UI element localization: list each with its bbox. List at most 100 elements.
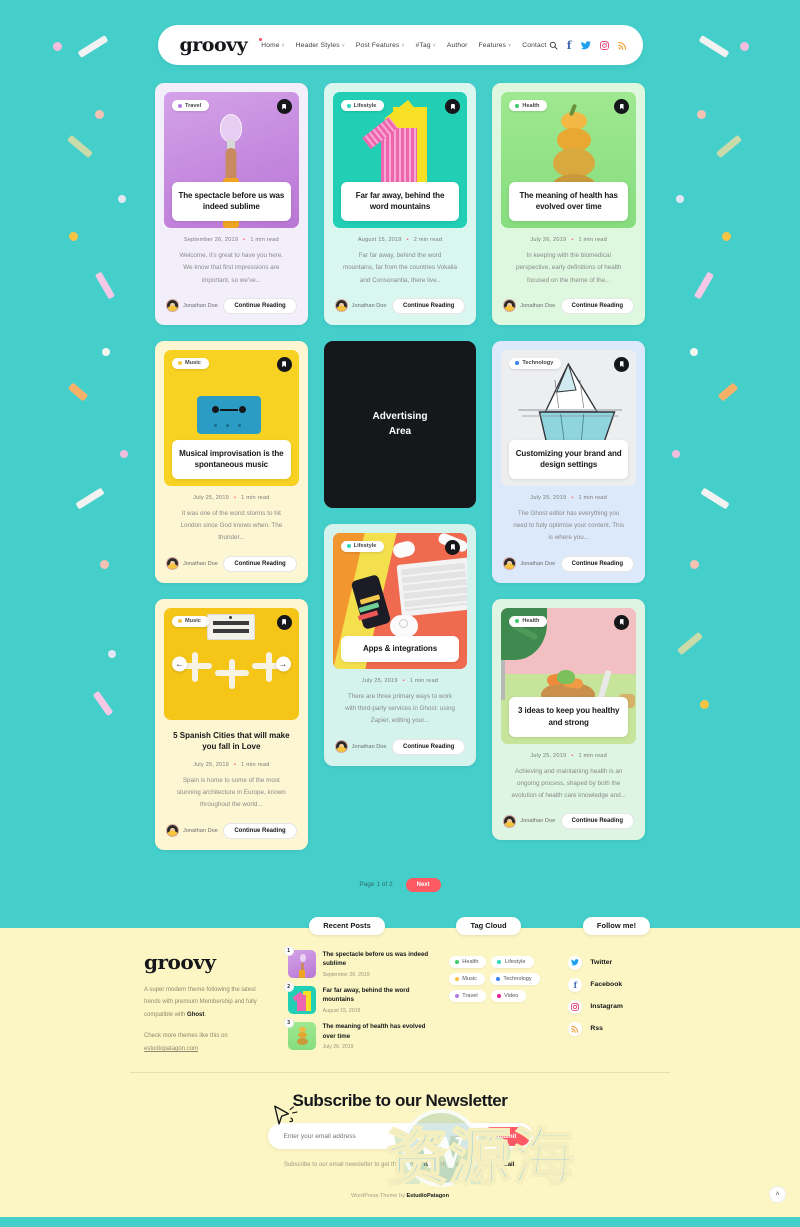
site-logo[interactable]: groovy bbox=[180, 34, 248, 56]
continue-reading-button[interactable]: Continue Reading bbox=[223, 822, 297, 839]
tag-travel[interactable]: Travel bbox=[448, 989, 486, 1002]
post-card-spanish-cities[interactable]: Music ← → 5 Spanish Cities that will mak… bbox=[155, 598, 308, 850]
slider-prev-button[interactable]: ← bbox=[172, 656, 187, 672]
post-meta: July 25, 2019 • 1 min read bbox=[164, 762, 299, 768]
nav-item-home[interactable]: Home ˅ bbox=[259, 37, 285, 49]
continue-reading-button[interactable]: Continue Reading bbox=[560, 555, 635, 572]
tag-music[interactable]: Music bbox=[448, 972, 485, 985]
nav-item-header-styles[interactable]: Header Styles ˅ bbox=[296, 42, 345, 49]
search-icon[interactable] bbox=[549, 41, 558, 50]
nav-item-contact[interactable]: Contact bbox=[522, 42, 546, 49]
post-title-box: Far far away, behind the word mountains bbox=[340, 181, 460, 221]
post-author[interactable]: Jonathan Doe bbox=[166, 299, 218, 313]
post-card-health-ideas[interactable]: Health 3 ideas to keep you healthy and s… bbox=[492, 598, 646, 841]
post-author[interactable]: Jonathan Doe bbox=[166, 557, 218, 571]
post-author[interactable]: Jonathan Doe bbox=[503, 814, 555, 828]
about-ghost-link[interactable]: Ghost bbox=[187, 1012, 204, 1018]
social-link-twitter[interactable]: Twitter bbox=[568, 955, 670, 970]
slider-next-button[interactable]: → bbox=[275, 656, 291, 672]
post-tag[interactable]: Health bbox=[509, 100, 548, 111]
recent-post-item[interactable]: 2 Far far away, behind the word mountain… bbox=[283, 981, 431, 1014]
social-link-instagram[interactable]: Instagram bbox=[568, 999, 670, 1014]
post-title[interactable]: Musical improvisation is the spontaneous… bbox=[178, 448, 285, 471]
credit-author-link[interactable]: EstudioPatagon bbox=[406, 1193, 449, 1199]
post-thumbnail[interactable]: Lifestyle Apps & integrations bbox=[332, 532, 468, 669]
post-card-travel[interactable]: Travel The spectacle before us was indee… bbox=[155, 83, 308, 325]
bookmark-icon[interactable] bbox=[614, 356, 630, 372]
post-tag[interactable]: Lifestyle bbox=[340, 540, 385, 552]
continue-reading-button[interactable]: Continue Reading bbox=[392, 297, 466, 314]
continue-reading-button[interactable]: Continue Reading bbox=[223, 297, 297, 314]
post-thumbnail[interactable]: Health The meaning of health has evolved… bbox=[501, 92, 637, 228]
continue-reading-button[interactable]: Continue Reading bbox=[560, 813, 635, 830]
estudiopatagon-link[interactable]: estudiopatagon.com bbox=[144, 1046, 198, 1052]
rss-icon[interactable] bbox=[617, 41, 627, 50]
post-tag[interactable]: Lifestyle bbox=[340, 100, 385, 111]
nav-item-tag[interactable]: #Tag ˅ bbox=[416, 42, 436, 49]
post-title[interactable]: Customizing your brand and design settin… bbox=[515, 448, 622, 471]
nav-item-author[interactable]: Author bbox=[447, 42, 468, 49]
facebook-icon[interactable]: f bbox=[567, 39, 572, 52]
post-card-lifestyle-one[interactable]: Lifestyle Far far away, behind the word … bbox=[323, 83, 477, 325]
post-thumbnail[interactable]: Health 3 ideas to keep you healthy and s… bbox=[501, 607, 637, 744]
bookmark-icon[interactable] bbox=[276, 614, 292, 630]
email-field[interactable] bbox=[283, 1132, 483, 1140]
instagram-icon[interactable] bbox=[599, 40, 609, 50]
post-title[interactable]: Apps & integrations bbox=[347, 643, 454, 655]
continue-reading-button[interactable]: Continue Reading bbox=[392, 738, 466, 755]
tag-health[interactable]: Health bbox=[448, 955, 487, 968]
bookmark-icon[interactable] bbox=[276, 356, 292, 372]
bookmark-icon[interactable] bbox=[276, 99, 292, 114]
scroll-to-top-button[interactable]: ˄ bbox=[769, 1186, 786, 1204]
post-author[interactable]: Jonathan Doe bbox=[334, 740, 387, 754]
post-title[interactable]: The meaning of health has evolved over t… bbox=[515, 190, 622, 213]
post-thumbnail[interactable]: Technology Customizing your brand and de… bbox=[501, 349, 637, 486]
footer-logo[interactable]: groovy bbox=[144, 950, 270, 974]
twitter-icon[interactable] bbox=[580, 40, 591, 50]
submit-button[interactable]: Submit bbox=[482, 1126, 530, 1146]
post-title[interactable]: 3 ideas to keep you healthy and strong bbox=[515, 705, 622, 728]
bookmark-icon[interactable] bbox=[614, 99, 630, 114]
social-link-rss[interactable]: Rss bbox=[568, 1021, 670, 1036]
recent-post-item[interactable]: 3 The meaning of health has evolved over… bbox=[283, 1018, 431, 1050]
post-card-apps-integrations[interactable]: Lifestyle Apps & integrations July 25, 2… bbox=[323, 523, 477, 766]
post-thumbnail[interactable]: Travel The spectacle before us was indee… bbox=[164, 92, 299, 228]
post-title[interactable]: 5 Spanish Cities that will make you fall… bbox=[170, 730, 293, 753]
continue-reading-button[interactable]: Continue Reading bbox=[223, 555, 297, 572]
advertising-area[interactable]: Advertising Area bbox=[323, 340, 477, 508]
nav-item-post-features[interactable]: Post Features ˅ bbox=[356, 42, 405, 49]
post-thumbnail[interactable]: Music ← → bbox=[164, 607, 299, 720]
masonry-columns: Travel The spectacle before us was indee… bbox=[155, 83, 646, 850]
post-author[interactable]: Jonathan Doe bbox=[166, 824, 218, 838]
bookmark-icon[interactable] bbox=[614, 614, 630, 630]
post-tag[interactable]: Travel bbox=[172, 100, 210, 111]
post-thumbnail[interactable]: Music Musical improvisation is the spont… bbox=[164, 349, 299, 486]
main-nav: Home ˅ Header Styles ˅ Post Features ˅ #Tag… bbox=[259, 37, 549, 49]
social-link-facebook[interactable]: f Facebook bbox=[568, 977, 670, 992]
recent-post-title[interactable]: Far far away, behind the word mountains bbox=[323, 986, 431, 1005]
tag-lifestyle[interactable]: Lifestyle bbox=[491, 955, 534, 968]
post-card-health-meaning[interactable]: Health The meaning of health has evolved… bbox=[492, 83, 646, 325]
post-tag[interactable]: Music bbox=[172, 357, 209, 369]
recent-post-title[interactable]: The meaning of health has evolved over t… bbox=[323, 1022, 431, 1041]
post-author[interactable]: Jonathan Doe bbox=[503, 299, 555, 313]
nav-item-features[interactable]: Features ˅ bbox=[479, 42, 512, 49]
post-thumbnail[interactable]: Lifestyle Far far away, behind the word … bbox=[332, 92, 468, 228]
tag-label: Travel bbox=[185, 102, 202, 109]
meta-separator: • bbox=[233, 761, 237, 768]
tag-technology[interactable]: Technology bbox=[489, 972, 540, 985]
post-author[interactable]: Jonathan Doe bbox=[503, 557, 555, 571]
post-tag[interactable]: Music bbox=[172, 615, 209, 627]
post-card-music-cassette[interactable]: Music Musical improvisation is the spont… bbox=[155, 340, 308, 583]
post-card-technology[interactable]: Technology Customizing your brand and de… bbox=[492, 340, 646, 583]
recent-post-title[interactable]: The spectacle before us was indeed subli… bbox=[323, 950, 431, 969]
recent-post-item[interactable]: 1 The spectacle before us was indeed sub… bbox=[283, 945, 431, 978]
post-author[interactable]: Jonathan Doe bbox=[334, 299, 387, 313]
post-title[interactable]: The spectacle before us was indeed subli… bbox=[178, 190, 285, 213]
post-title[interactable]: Far far away, behind the word mountains bbox=[347, 190, 454, 213]
next-page-button[interactable]: Next bbox=[405, 877, 441, 892]
tag-video[interactable]: Video bbox=[490, 989, 527, 1002]
continue-reading-button[interactable]: Continue Reading bbox=[560, 297, 635, 314]
post-tag[interactable]: Health bbox=[509, 615, 548, 627]
post-tag[interactable]: Technology bbox=[509, 357, 562, 369]
